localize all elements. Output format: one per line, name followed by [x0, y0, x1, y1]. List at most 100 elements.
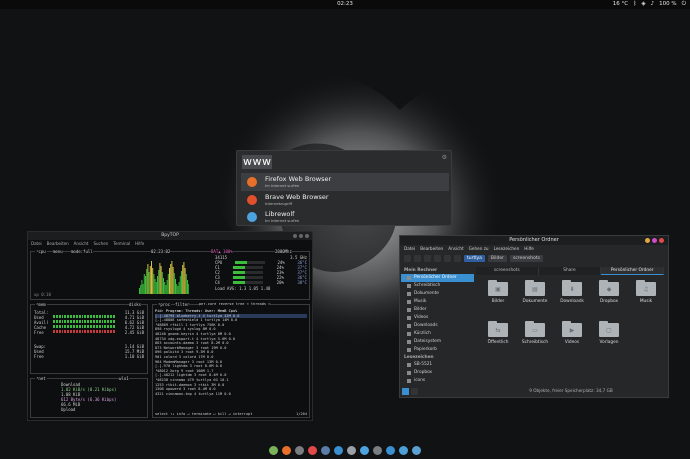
cpu-mode[interactable]: mode:full: [71, 249, 93, 254]
tab-share[interactable]: Share: [538, 267, 602, 275]
menu-datei[interactable]: Datei: [404, 245, 415, 253]
settings-gear-icon[interactable]: ⚙: [442, 154, 447, 161]
sidebar-item[interactable]: Persönlicher Ordner: [401, 274, 474, 282]
maximize-button[interactable]: [652, 238, 657, 243]
breadcrumb-screenshots[interactable]: screenshots: [509, 254, 544, 262]
core-usage-bar: [233, 281, 264, 284]
bluetooth-icon[interactable]: ᛒ: [633, 1, 636, 8]
sidebar-item[interactable]: Videos: [401, 314, 474, 322]
bar-segment: [113, 325, 115, 328]
dock-app-icon[interactable]: [334, 446, 343, 455]
menu-gehen-zu[interactable]: Gehen zu: [469, 245, 489, 253]
process-row[interactable]: 4321 cinnamon-tmp 4 turtlya 11M 0.0: [155, 392, 307, 397]
proc-tabs[interactable]: per-core reverse tree < threads >: [199, 302, 271, 306]
bar-segment: [113, 315, 115, 318]
disks-label[interactable]: disks: [129, 302, 142, 307]
menu-suchen[interactable]: Suchen: [93, 240, 108, 247]
menu-hilfe[interactable]: Hilfe: [524, 245, 534, 253]
maximize-button[interactable]: [299, 234, 303, 238]
network-icon[interactable]: ◈: [641, 1, 645, 8]
menu-terminal[interactable]: Terminal: [113, 240, 130, 247]
result-brave[interactable]: Brave Web Browser Internetzugriff: [241, 191, 449, 209]
folder-item[interactable]: ▭ Schreibtisch: [517, 321, 553, 353]
clock[interactable]: 02:23: [0, 1, 690, 7]
bar-segment: [84, 325, 87, 328]
back-button[interactable]: [404, 254, 411, 262]
net-interface[interactable]: wlo1: [119, 376, 129, 381]
sidebar-item[interactable]: Dokumente: [401, 290, 474, 298]
menu-datei[interactable]: Datei: [31, 240, 42, 247]
folder-glyph-icon: ♫: [643, 286, 649, 293]
menu-lesezeichen[interactable]: Lesezeichen: [494, 245, 520, 253]
folder-item[interactable]: ⇆ Öffentlich: [480, 321, 516, 353]
pathbar-toggle-button[interactable]: [454, 254, 461, 262]
places-toggle[interactable]: [402, 388, 409, 395]
result-librewolf[interactable]: Librewolf Im Internet surfen: [241, 208, 449, 226]
close-button[interactable]: [659, 238, 664, 243]
dock-app-icon[interactable]: [295, 446, 304, 455]
close-button[interactable]: [305, 234, 309, 238]
folder-item[interactable]: ▣ Bilder: [480, 280, 516, 312]
proc-count: 1/204: [296, 412, 307, 416]
dock-app-icon[interactable]: [308, 446, 317, 455]
proc-hints[interactable]: select ↑↓ info ↵ terminate ↵ kill ↵ inte…: [155, 412, 252, 416]
forward-button[interactable]: [414, 254, 421, 262]
tab-persoenlicher-ordner[interactable]: Persönlicher Ordner: [601, 267, 665, 275]
proc-filter[interactable]: filter: [175, 302, 190, 307]
sidebar-item[interactable]: Papierkorb: [401, 346, 474, 354]
weather-indicator[interactable]: 16 °C: [613, 1, 628, 8]
dock-app-icon[interactable]: [360, 446, 369, 455]
bookmark-item[interactable]: SB-5521: [401, 361, 474, 369]
dock-app-icon[interactable]: [282, 446, 291, 455]
up-button[interactable]: [424, 254, 431, 262]
result-desc: Im Internet surfen: [265, 218, 300, 223]
dock-app-icon[interactable]: [412, 446, 421, 455]
search-input[interactable]: www: [243, 155, 272, 168]
window-title[interactable]: Persönlicher Ordner: [400, 236, 668, 245]
dock-app-icon[interactable]: [386, 446, 395, 455]
folder-item[interactable]: ◆ Dropbox: [591, 280, 627, 312]
dock-app-icon[interactable]: [373, 446, 382, 455]
dock-app-icon[interactable]: [269, 446, 278, 455]
dock-app-icon[interactable]: [347, 446, 356, 455]
folder-item[interactable]: ♫ Musik: [628, 280, 664, 312]
home-button[interactable]: [444, 254, 451, 262]
sidebar-item[interactable]: Downloads: [401, 322, 474, 330]
bar-segment: [101, 320, 104, 323]
sidebar-item[interactable]: Bilder: [401, 306, 474, 314]
refresh-button[interactable]: [434, 254, 441, 262]
breadcrumb-turtlya[interactable]: turtlya: [464, 254, 485, 262]
menu-bearbeiten[interactable]: Bearbeiten: [420, 245, 443, 253]
tree-toggle[interactable]: [411, 388, 418, 395]
tab-screenshots[interactable]: screenshots: [476, 267, 539, 275]
menu-ansicht[interactable]: Ansicht: [448, 245, 463, 253]
breadcrumb-bilder[interactable]: Bilder: [487, 254, 507, 262]
power-icon[interactable]: ⏻: [682, 1, 686, 8]
menu-hilfe[interactable]: Hilfe: [135, 240, 144, 247]
folder-item[interactable]: ▶ Videos: [554, 321, 590, 353]
minimize-button[interactable]: [293, 234, 297, 238]
cpu-graph-bar: [169, 268, 170, 294]
cpu-graph-bar: [147, 264, 149, 294]
battery-indicator[interactable]: 100 %: [659, 1, 676, 8]
folder-glyph-icon: ◆: [606, 286, 612, 293]
sidebar-item[interactable]: Musik: [401, 298, 474, 306]
cpu-menu-label[interactable]: menu: [53, 249, 63, 254]
sidebar-item[interactable]: Dateisystem: [401, 338, 474, 346]
dock-app-icon[interactable]: [321, 446, 330, 455]
bar-segment: [107, 325, 110, 328]
dock-app-icon[interactable]: [399, 446, 408, 455]
folder-item[interactable]: ▤ Dokumente: [517, 280, 553, 312]
sidebar-item[interactable]: Kürzlich: [401, 330, 474, 338]
bookmark-item[interactable]: icons: [401, 377, 474, 385]
result-firefox[interactable]: Firefox Web Browser Im Internet surfen: [241, 173, 449, 191]
menu-ansicht[interactable]: Ansicht: [74, 240, 89, 247]
bookmark-item[interactable]: Dropbox: [401, 369, 474, 377]
menu-bearbeiten[interactable]: Bearbeiten: [47, 240, 69, 247]
volume-icon[interactable]: ♪: [651, 1, 655, 8]
folder-item[interactable]: ⬇ Downloads: [554, 280, 590, 312]
sidebar-item[interactable]: Schreibtisch: [401, 282, 474, 290]
minimize-button[interactable]: [645, 238, 650, 243]
folder-item[interactable]: ▢ Vorlagen: [591, 321, 627, 353]
window-title[interactable]: BpyTOP: [28, 232, 312, 240]
